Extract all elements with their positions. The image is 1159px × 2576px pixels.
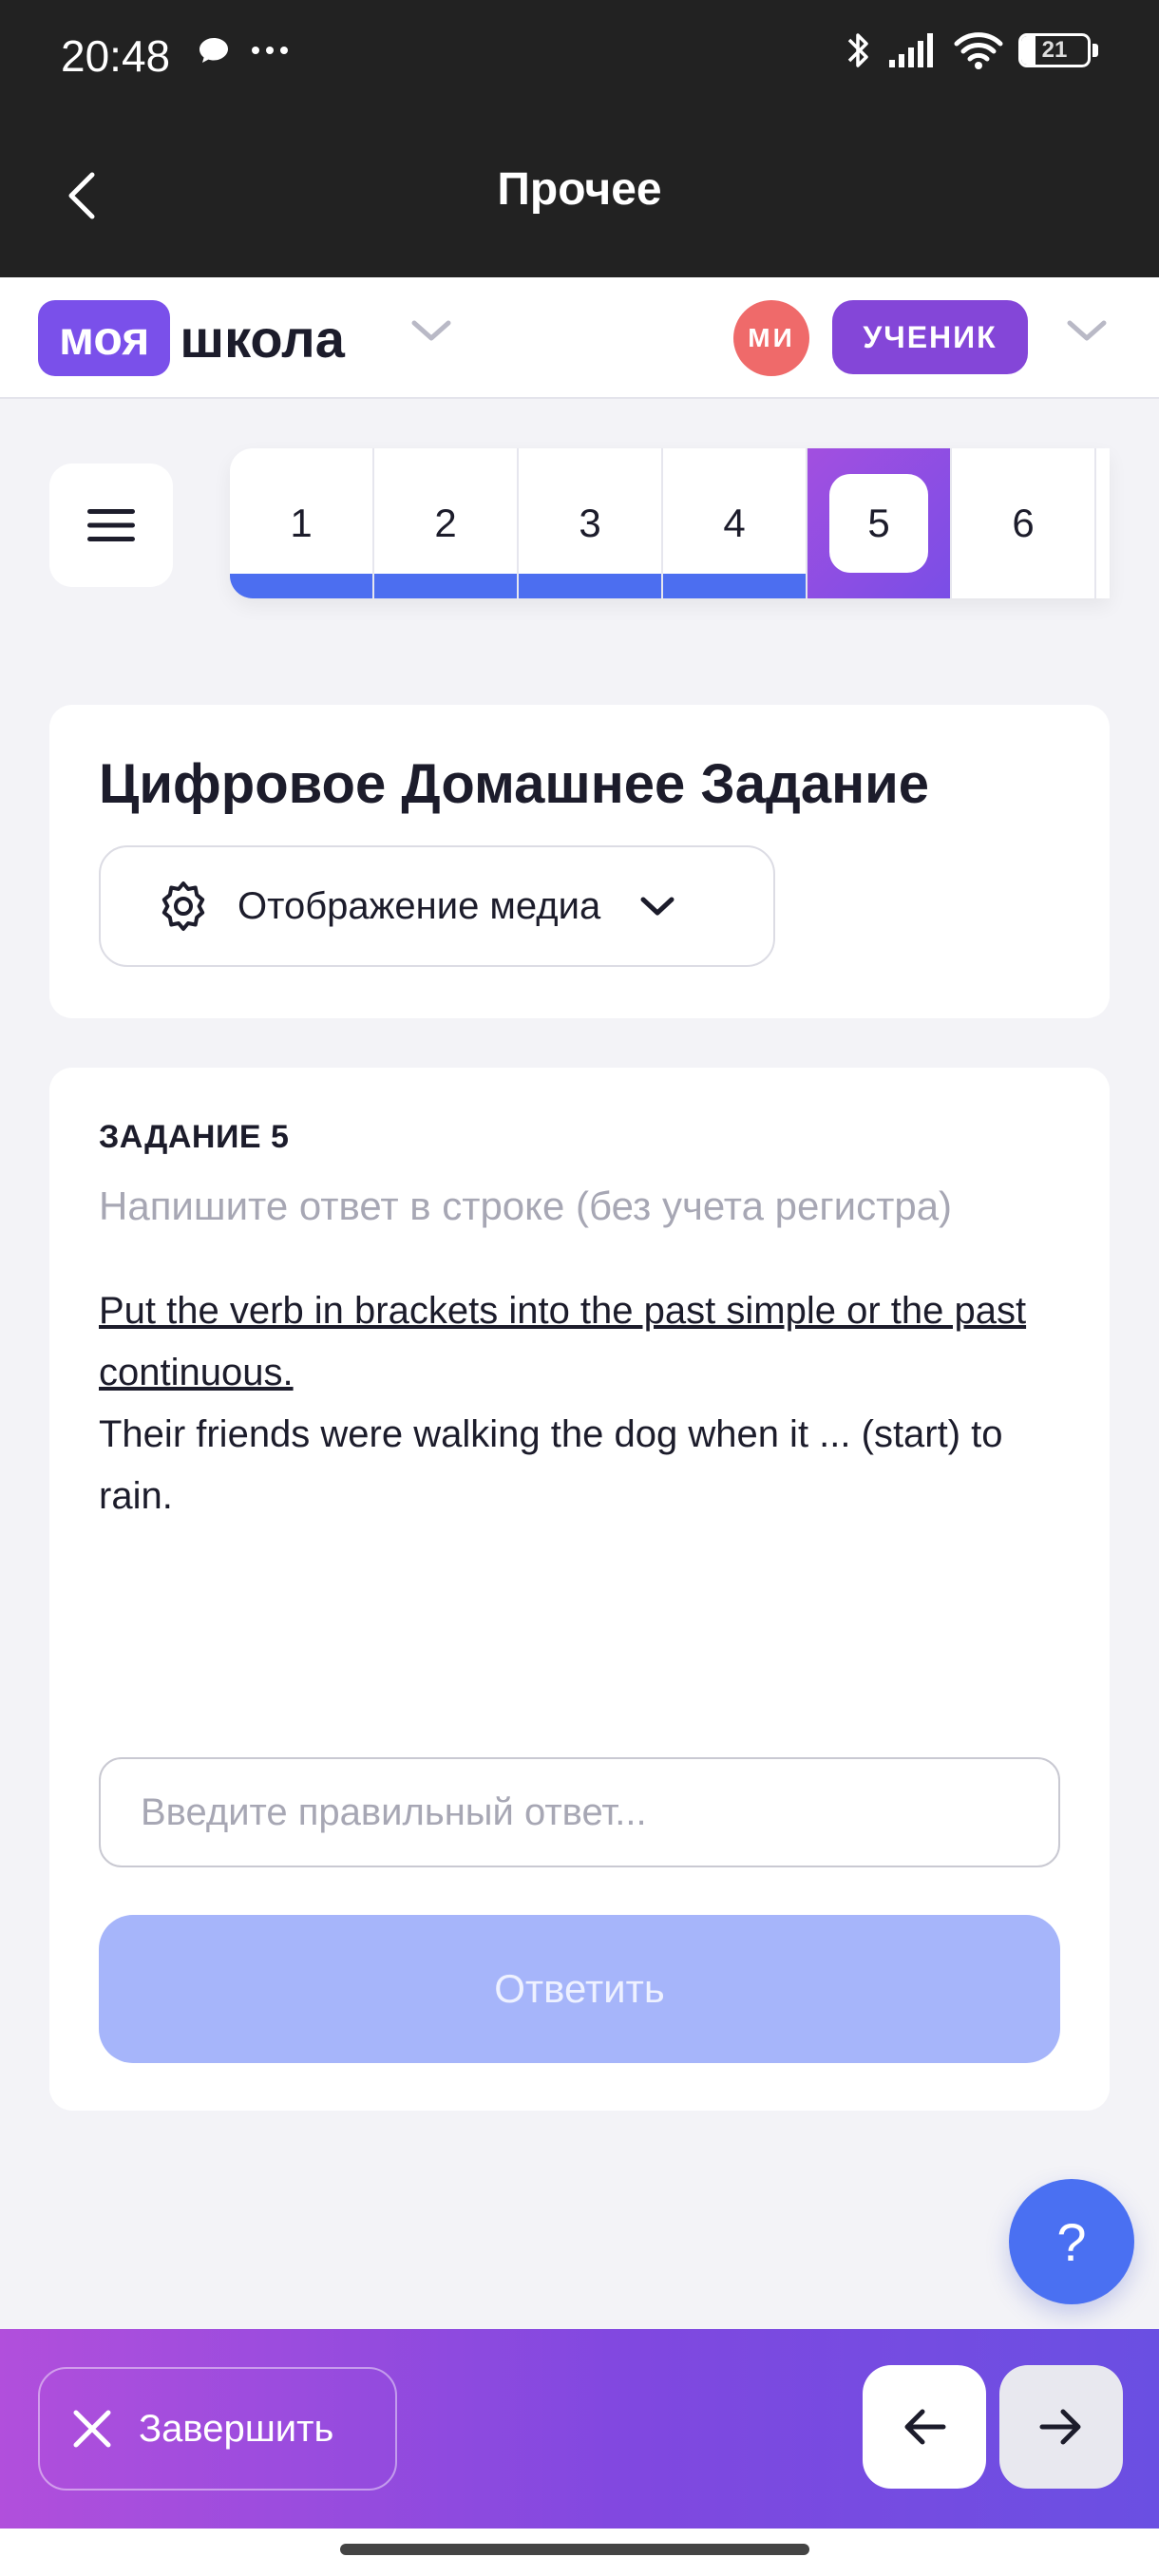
previous-task-button[interactable] xyxy=(863,2365,986,2489)
assignment-card: Цифровое Домашнее Задание Отображение ме… xyxy=(49,705,1110,1018)
task-tab-number: 5 xyxy=(867,501,890,545)
arrow-right-icon xyxy=(1039,2409,1081,2445)
battery-icon: 21 xyxy=(1018,33,1098,67)
task-sentence: Their friends were walking the dog when … xyxy=(99,1413,1003,1517)
task-tab-3[interactable]: 3 xyxy=(519,448,663,598)
app-bar-title: Прочее xyxy=(497,164,662,215)
more-dots-icon xyxy=(252,47,288,54)
arrow-left-icon xyxy=(904,2409,946,2445)
task-body: Put the verb in brackets into the past s… xyxy=(99,1280,1058,1527)
task-label: ЗАДАНИЕ 5 xyxy=(99,1119,290,1155)
next-task-button[interactable] xyxy=(999,2365,1123,2489)
app-bar: Прочее xyxy=(0,114,1159,277)
task-tab-1[interactable]: 1 xyxy=(230,448,374,598)
task-tab-number: 6 xyxy=(1012,501,1035,545)
logo-text: школа xyxy=(180,308,345,369)
task-tab-5[interactable]: 5 xyxy=(808,448,952,598)
task-tab-number: 2 xyxy=(434,501,457,545)
media-display-label: Отображение медиа xyxy=(238,884,601,927)
avatar[interactable]: МИ xyxy=(733,300,809,376)
task-tab-2[interactable]: 2 xyxy=(374,448,519,598)
gesture-bar xyxy=(0,2529,1159,2576)
page-title: Цифровое Домашнее Задание xyxy=(99,753,930,815)
wifi-icon xyxy=(954,32,1003,69)
chat-bubble-icon xyxy=(200,38,228,63)
task-hint: Напишите ответ в строке (без учета регис… xyxy=(99,1184,953,1228)
bluetooth-icon xyxy=(847,33,868,67)
task-tabs: 1 2 3 4 5 6 xyxy=(230,448,1110,598)
bottom-bar: Завершить xyxy=(0,2329,1159,2529)
status-bar: 20:48 21 xyxy=(0,0,1159,114)
role-badge[interactable]: УЧЕНИК xyxy=(832,300,1028,374)
hamburger-icon xyxy=(87,509,135,541)
logo-badge: моя xyxy=(38,300,171,376)
battery-level: 21 xyxy=(1041,37,1068,63)
answer-input[interactable] xyxy=(99,1757,1060,1867)
chevron-down-icon xyxy=(640,897,674,916)
submit-answer-button[interactable]: Ответить xyxy=(99,1915,1060,2063)
gear-icon xyxy=(162,881,205,931)
chevron-down-icon[interactable] xyxy=(1064,315,1110,344)
chevron-down-icon[interactable] xyxy=(408,315,454,344)
site-header: моя школа МИ УЧЕНИК xyxy=(0,277,1159,399)
task-instruction: Put the verb in brackets into the past s… xyxy=(99,1290,1027,1393)
help-button[interactable]: ? xyxy=(1009,2179,1134,2304)
logo[interactable]: моя школа xyxy=(38,300,345,376)
home-indicator[interactable] xyxy=(340,2544,809,2555)
finish-button[interactable]: Завершить xyxy=(38,2367,397,2491)
media-display-toggle[interactable]: Отображение медиа xyxy=(99,845,775,967)
task-tab-6[interactable]: 6 xyxy=(952,448,1096,598)
task-tab-number: 1 xyxy=(290,501,313,545)
menu-button[interactable] xyxy=(49,464,173,587)
task-tab-4[interactable]: 4 xyxy=(663,448,808,598)
finish-label: Завершить xyxy=(139,2407,334,2450)
status-time: 20:48 xyxy=(61,31,171,81)
task-tab-number: 3 xyxy=(579,501,601,545)
close-icon xyxy=(73,2410,111,2448)
task-card: ЗАДАНИЕ 5 Напишите ответ в строке (без у… xyxy=(49,1068,1110,2111)
signal-icon xyxy=(889,33,933,67)
task-tab-number: 4 xyxy=(723,501,746,545)
